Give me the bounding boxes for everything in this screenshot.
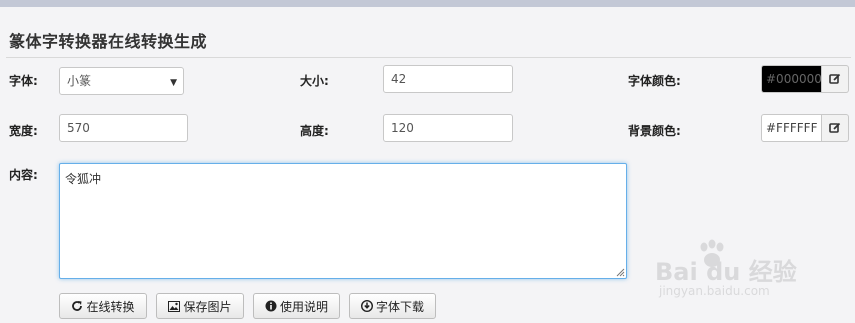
image-icon <box>168 300 181 312</box>
help-button-label: 使用说明 <box>279 299 328 314</box>
info-circle-icon <box>265 300 277 312</box>
bg-color-label: 背景颜色: <box>628 124 681 138</box>
size-label: 大小: <box>300 74 329 88</box>
save-image-button-label: 保存图片 <box>183 299 232 314</box>
convert-button[interactable]: 在线转换 <box>59 293 147 319</box>
font-download-button-label: 字体下载 <box>375 299 424 314</box>
help-button[interactable]: 使用说明 <box>253 293 340 319</box>
height-input[interactable]: 120 <box>383 114 513 142</box>
baidu-jingyan-watermark: Bai du 经验 jingyan.baidu.com <box>655 238 845 303</box>
font-label: 字体: <box>9 74 38 88</box>
content-textarea[interactable]: 令狐冲 <box>59 163 627 279</box>
content-label: 内容: <box>9 168 38 182</box>
font-color-label: 字体颜色: <box>628 74 681 88</box>
watermark-logo: Bai du 经验 <box>655 258 797 286</box>
watermark-url: jingyan.baidu.com <box>659 284 770 298</box>
width-input[interactable]: 570 <box>59 114 188 142</box>
font-color-picker-button[interactable] <box>822 65 849 93</box>
size-input[interactable]: 42 <box>383 65 513 93</box>
height-label: 高度: <box>300 124 329 138</box>
bg-color-picker-button[interactable] <box>822 114 849 142</box>
caret-down-icon: ▼ <box>170 78 177 88</box>
page-title: 篆体字转换器在线转换生成 <box>9 32 208 51</box>
font-select[interactable]: 小篆 ▼ <box>59 67 184 95</box>
refresh-icon <box>72 301 83 311</box>
content-text: 令狐冲 <box>65 172 102 186</box>
resize-grip-icon[interactable] <box>616 268 625 277</box>
font-select-value: 小篆 <box>67 74 92 88</box>
title-divider <box>6 57 851 58</box>
top-bar <box>0 0 855 7</box>
width-label: 宽度: <box>9 124 38 138</box>
bg-color-input[interactable]: #FFFFFF <box>761 114 822 142</box>
font-download-button[interactable]: 字体下载 <box>349 293 436 319</box>
save-image-button[interactable]: 保存图片 <box>156 293 244 319</box>
font-color-input[interactable]: #000000 <box>761 65 822 93</box>
edit-icon <box>829 73 841 84</box>
edit-icon <box>829 122 841 133</box>
download-circle-icon <box>360 300 373 312</box>
convert-button-label: 在线转换 <box>86 299 135 314</box>
